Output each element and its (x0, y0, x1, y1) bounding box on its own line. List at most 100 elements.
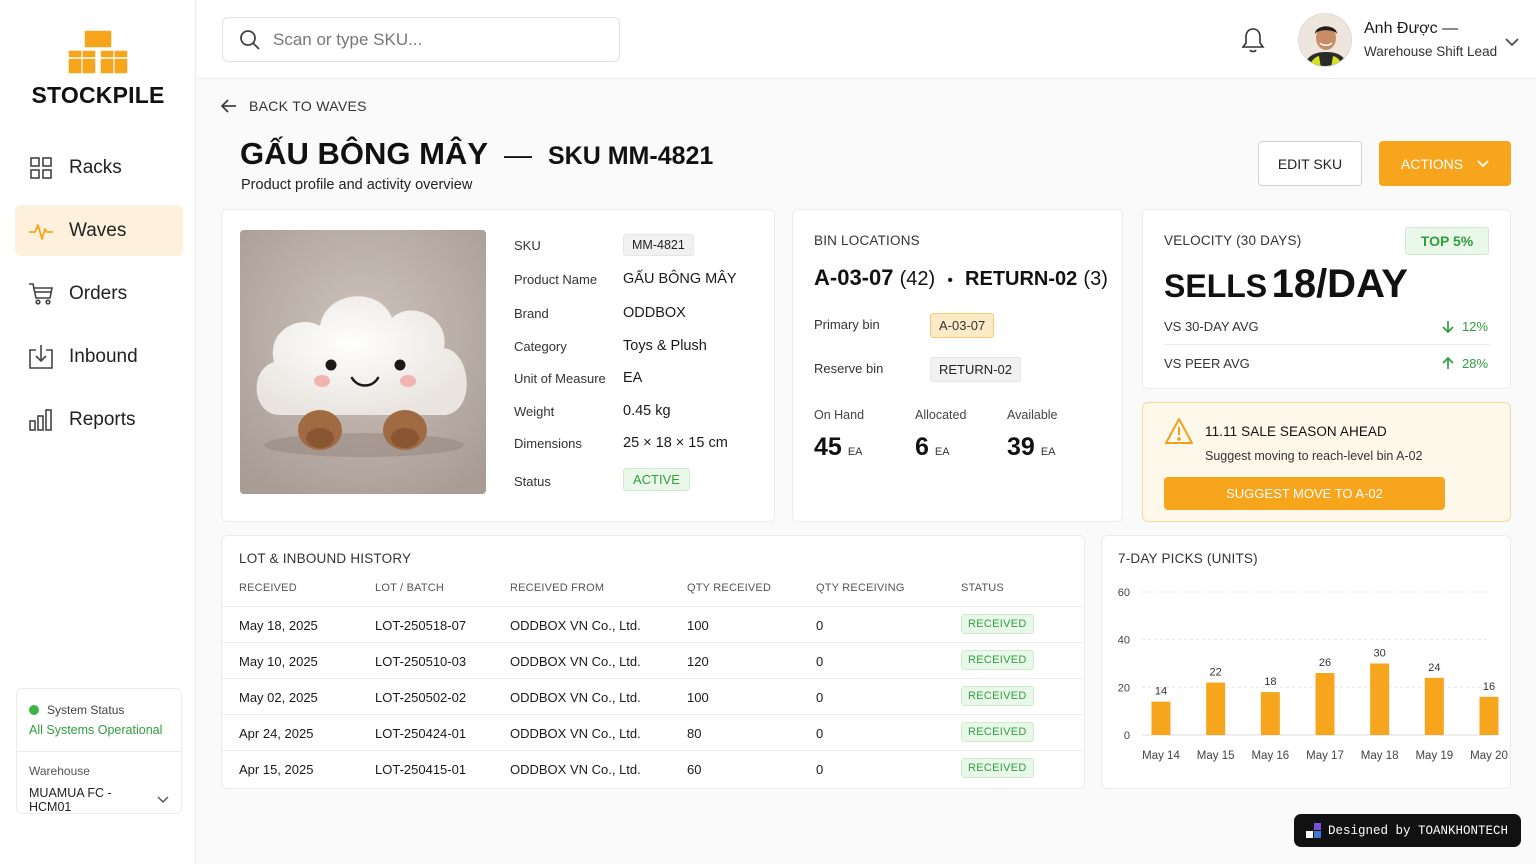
cell-received: May 10, 2025 (239, 654, 318, 669)
system-status-value: All Systems Operational (29, 723, 163, 737)
allocated-stat: 6 EA (915, 433, 950, 462)
cell-lot: LOT-250518-07 (375, 618, 467, 633)
allocated-label: Allocated (915, 408, 967, 422)
attr-label: Category (514, 339, 567, 354)
x-tick-label: May 16 (1251, 750, 1289, 762)
bar (1151, 701, 1171, 735)
table-row[interactable]: May 10, 2025 LOT-250510-03 ODDBOX VN Co.… (222, 642, 1084, 678)
cell-lot: LOT-250424-01 (375, 726, 467, 741)
chevron-down-icon[interactable] (1505, 34, 1519, 52)
bar (1424, 677, 1444, 735)
attr-value: ODDBOX (623, 305, 686, 321)
table-row[interactable]: Apr 15, 2025 LOT-250415-01 ODDBOX VN Co.… (222, 750, 1084, 786)
picks-bar-chart: 0 20 40 60 14 May 14 22 May 15 18 May 16 26 May 17 3… (1118, 587, 1508, 762)
user-role: Warehouse Shift Lead (1364, 44, 1498, 59)
status-badge: RECEIVED (961, 758, 1034, 778)
cell-qty-received: 120 (687, 654, 709, 669)
x-tick-label: May 18 (1361, 750, 1399, 762)
grid-icon (28, 155, 54, 181)
x-tick-label: May 19 (1415, 750, 1453, 762)
cell-supplier: ODDBOX VN Co., Ltd. (510, 690, 641, 705)
available-label: Available (1007, 408, 1058, 422)
on-hand-value: 45 (814, 433, 842, 461)
logo[interactable]: STOCKPILE (0, 28, 196, 109)
top-bar: Anh Được — Warehouse Shift Lead (197, 0, 1536, 79)
cell-received: Apr 24, 2025 (239, 726, 314, 741)
attr-label: Dimensions (514, 436, 582, 451)
bin-summary: A-03-07 (42) • RETURN-02 (3) (814, 265, 1108, 291)
pulse-icon (28, 218, 54, 244)
y-tick-label: 60 (1118, 587, 1130, 599)
attr-value: 25 × 18 × 15 cm (623, 435, 728, 451)
velocity-row: VS 30-DAY AVG 12% (1164, 319, 1490, 334)
sidebar-item-racks[interactable]: Racks (15, 142, 183, 193)
sidebar-item-waves[interactable]: Waves (15, 205, 183, 256)
table-row[interactable]: Apr 24, 2025 LOT-250424-01 ODDBOX VN Co.… (222, 714, 1084, 750)
search-box[interactable] (222, 17, 620, 62)
on-hand-stat: 45 EA (814, 433, 863, 462)
bar-value-label: 24 (1428, 662, 1440, 674)
product-title: GẤU BÔNG MÂY (240, 136, 488, 171)
column-header: LOT / BATCH (375, 582, 445, 594)
notification-bell-icon[interactable] (1240, 26, 1266, 59)
cell-supplier: ODDBOX VN Co., Ltd. (510, 618, 641, 633)
cell-qty-received: 100 (687, 690, 709, 705)
suggest-move-button[interactable]: SUGGEST MOVE TO A-02 (1164, 477, 1445, 510)
bar-value-label: 26 (1319, 657, 1331, 669)
attr-label: Weight (514, 404, 555, 419)
arrow-left-icon (221, 99, 236, 113)
cell-qty-received: 60 (687, 762, 702, 777)
sidebar-item-inbound[interactable]: Inbound (15, 331, 183, 382)
system-status-label: System Status (47, 703, 125, 717)
primary-bin-chip[interactable]: A-03-07 (930, 313, 995, 338)
system-status-card: System Status All Systems Operational Wa… (16, 688, 182, 814)
actions-label: ACTIONS (1400, 155, 1464, 172)
cell-received: May 18, 2025 (239, 618, 318, 633)
arrow-up-icon (1442, 357, 1454, 369)
top-percent-badge: TOP 5% (1405, 227, 1489, 255)
on-hand-label: On Hand (814, 408, 865, 422)
cell-lot: LOT-250415-01 (375, 762, 467, 777)
sidebar-item-reports[interactable]: Reports (15, 394, 183, 445)
bar (1315, 673, 1335, 735)
lot-history-title: LOT & INBOUND HISTORY (239, 551, 412, 566)
primary-bin-label: Primary bin (814, 317, 880, 332)
cell-qty-receiving: 0 (816, 690, 824, 705)
status-badge: ACTIVE (623, 468, 690, 491)
sidebar: STOCKPILE Racks Waves Orders Inbound Rep… (0, 0, 196, 864)
cell-lot: LOT-250510-03 (375, 654, 467, 669)
back-link[interactable]: BACK TO WAVES (221, 98, 367, 114)
velocity-row-change: 12% (1442, 319, 1490, 334)
page-title: GẤU BÔNG MÂY — SKU MM-4821 (240, 136, 713, 172)
arrow-down-icon (1442, 321, 1454, 333)
sidebar-item-orders[interactable]: Orders (15, 268, 183, 319)
picks-chart-card: 7-DAY PICKS (UNITS) 0 20 40 60 14 May 14 22 May… (1101, 535, 1511, 789)
title-dash: — (504, 139, 532, 170)
attr-value: ACTIVE (623, 468, 690, 491)
cart-icon (28, 281, 54, 307)
warehouse-label: Warehouse (29, 764, 90, 778)
velocity-headline: SELLS 18/DAY (1164, 262, 1408, 307)
velocity-row-change: 28% (1442, 356, 1490, 371)
attr-value: 0.45 kg (623, 403, 671, 419)
warehouse-select[interactable]: MUAMUA FC - HCM01 (17, 778, 181, 814)
cell-lot: LOT-250502-02 (375, 690, 467, 705)
x-tick-label: May 15 (1197, 750, 1235, 762)
unit-label: EA (847, 446, 863, 458)
cell-qty-receiving: 0 (816, 726, 824, 741)
avatar[interactable] (1298, 13, 1352, 67)
attr-label: SKU (514, 238, 541, 253)
designer-credit: Designed by TOANKHONTECH (1294, 814, 1521, 847)
sidebar-item-label: Waves (69, 219, 127, 241)
search-input[interactable] (273, 29, 603, 50)
table-row[interactable]: May 02, 2025 LOT-250502-02 ODDBOX VN Co.… (222, 678, 1084, 714)
sku-chip: MM-4821 (623, 234, 694, 256)
actions-button[interactable]: ACTIONS (1379, 141, 1511, 186)
reserve-bin-chip[interactable]: RETURN-02 (930, 357, 1021, 382)
attr-value: MM-4821 (623, 234, 694, 256)
table-row[interactable]: May 18, 2025 LOT-250518-07 ODDBOX VN Co.… (222, 606, 1084, 642)
cell-qty-receiving: 0 (816, 618, 824, 633)
edit-sku-button[interactable]: EDIT SKU (1258, 141, 1362, 186)
attr-value: GẤU BÔNG MÂY (623, 271, 737, 287)
column-header: QTY RECEIVED (687, 582, 772, 594)
